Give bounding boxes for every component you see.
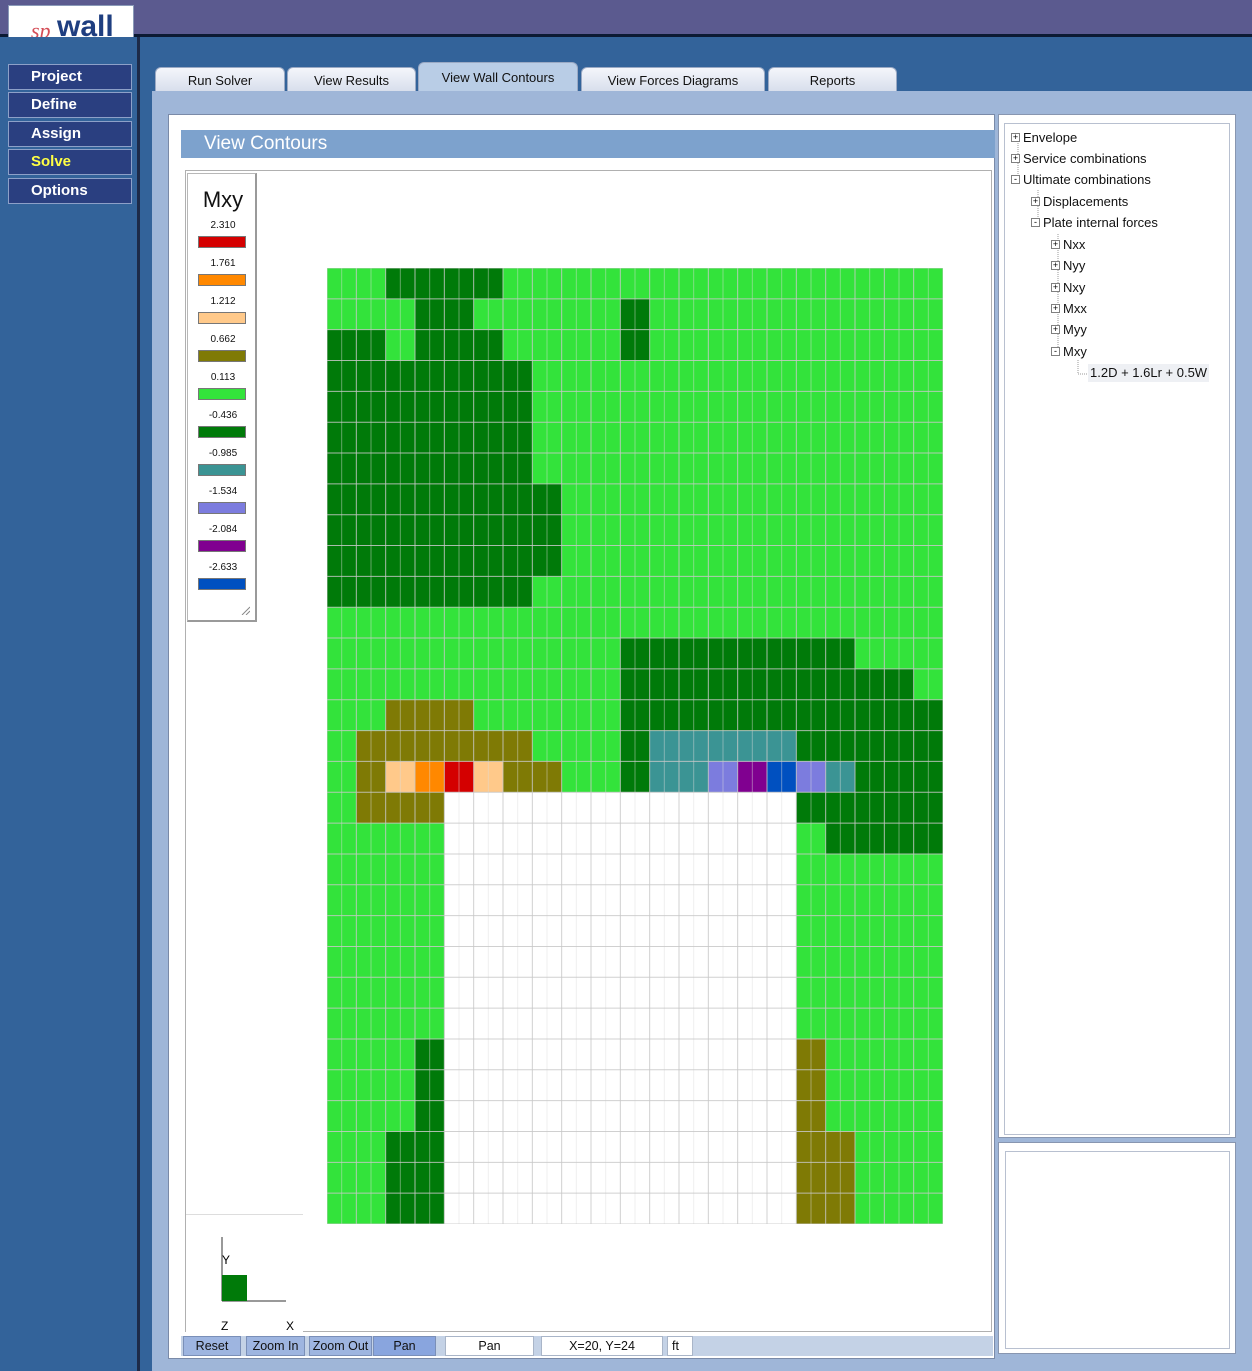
- legend-swatch: [198, 236, 246, 248]
- units-field: ft: [667, 1336, 693, 1356]
- expand-icon[interactable]: +: [1051, 304, 1060, 314]
- legend-value: 0.662: [210, 334, 236, 345]
- legend-swatch: [198, 312, 246, 324]
- results-tree[interactable]: + Envelope + Service combinations - Ultimat…: [1004, 123, 1230, 1135]
- tree-item-nyy[interactable]: + Nyy: [1051, 257, 1085, 275]
- legend-swatch: [198, 350, 246, 362]
- menu-define[interactable]: Define: [8, 92, 132, 118]
- mode-field: Pan: [445, 1336, 534, 1356]
- expand-icon[interactable]: +: [1031, 197, 1040, 207]
- tree-item-displacements[interactable]: + Displacements: [1031, 193, 1128, 211]
- tree-item-service-combinations[interactable]: + Service combinations: [1011, 150, 1147, 168]
- collapse-icon[interactable]: -: [1031, 218, 1040, 228]
- view-title: View Contours: [181, 130, 995, 158]
- tree-item-myy[interactable]: + Myy: [1051, 321, 1087, 339]
- legend-title: Mxy: [202, 187, 244, 212]
- tree-item-ultimate-combinations[interactable]: - Ultimate combinations: [1011, 171, 1151, 189]
- reset-button[interactable]: Reset: [183, 1336, 241, 1356]
- axis-triad: Y Z X: [186, 1214, 303, 1333]
- legend-value: -1.534: [208, 486, 238, 497]
- contour-legend: Mxy 2.310 1.761 1.212 0.662 0.113 -0.436 -0.98…: [187, 173, 257, 622]
- zoom-in-button[interactable]: Zoom In: [246, 1336, 305, 1356]
- menu-project[interactable]: Project: [8, 64, 132, 90]
- menu-assign[interactable]: Assign: [8, 121, 132, 147]
- pan-button[interactable]: Pan: [373, 1336, 436, 1356]
- expand-icon[interactable]: +: [1051, 240, 1060, 250]
- tree-label: Nyy: [1063, 258, 1086, 273]
- tree-label: Mxx: [1063, 301, 1087, 316]
- legend-value: -2.084: [208, 524, 238, 535]
- tree-item-plate-internal-forces[interactable]: - Plate internal forces: [1031, 214, 1158, 232]
- collapse-icon[interactable]: -: [1051, 347, 1060, 357]
- tree-label: Service combinations: [1023, 151, 1147, 166]
- legend-swatch: [198, 464, 246, 476]
- tree-item-load-combination[interactable]: 1.2D + 1.6Lr + 0.5W: [1088, 364, 1210, 382]
- tree-label: Plate internal forces: [1043, 215, 1158, 230]
- axis-z-label: Z: [221, 1319, 229, 1333]
- tab-reports[interactable]: Reports: [768, 67, 897, 91]
- legend-swatch: [198, 502, 246, 514]
- legend-value: -0.985: [208, 448, 238, 459]
- tree-label: Myy: [1063, 322, 1087, 337]
- legend-value: -0.436: [208, 410, 238, 421]
- menu-options[interactable]: Options: [8, 178, 132, 204]
- tree-item-nxx[interactable]: + Nxx: [1051, 236, 1085, 254]
- legend-swatch: [198, 388, 246, 400]
- axis-triad-icon: [221, 1237, 286, 1302]
- tab-run-solver[interactable]: Run Solver: [155, 67, 285, 91]
- expand-icon[interactable]: +: [1051, 261, 1060, 271]
- legend-value: 1.212: [210, 296, 236, 307]
- expand-icon[interactable]: +: [1051, 283, 1060, 293]
- contour-grid[interactable]: [327, 268, 943, 1224]
- legend-swatch: [198, 540, 246, 552]
- legend-value: 2.310: [210, 220, 236, 231]
- tree-label: Envelope: [1023, 130, 1078, 145]
- tree-label: Mxy: [1063, 344, 1087, 359]
- details-panel-content: [1005, 1151, 1230, 1349]
- legend-swatch: [198, 578, 246, 590]
- axis-y-label: Y: [222, 1253, 231, 1267]
- tree-label: Nxx: [1063, 237, 1086, 252]
- resize-grip-icon[interactable]: [240, 605, 250, 615]
- collapse-icon[interactable]: -: [1011, 175, 1020, 185]
- tree-item-mxy[interactable]: - Mxy: [1051, 343, 1087, 361]
- tree-item-envelope[interactable]: + Envelope: [1011, 129, 1077, 147]
- tab-view-results[interactable]: View Results: [287, 67, 416, 91]
- expand-icon[interactable]: +: [1011, 154, 1020, 164]
- tree-item-nxy[interactable]: + Nxy: [1051, 279, 1085, 297]
- tree-label: Nxy: [1063, 280, 1086, 295]
- menu-solve[interactable]: Solve: [8, 149, 132, 175]
- expand-icon[interactable]: +: [1011, 133, 1020, 143]
- tab-view-forces-diagrams[interactable]: View Forces Diagrams: [581, 67, 765, 91]
- tree-item-mxx[interactable]: + Mxx: [1051, 300, 1087, 318]
- legend-value: 1.761: [210, 258, 236, 269]
- tab-view-wall-contours[interactable]: View Wall Contours: [418, 62, 578, 92]
- legend-value: -2.633: [208, 562, 238, 573]
- tree-label: Displacements: [1043, 194, 1129, 209]
- legend-swatch: [198, 426, 246, 438]
- coordinates-field: X=20, Y=24: [541, 1336, 663, 1356]
- left-sidebar: [0, 37, 140, 1371]
- zoom-out-button[interactable]: Zoom Out: [309, 1336, 372, 1356]
- legend-value: 0.113: [210, 372, 236, 383]
- legend-swatch: [198, 274, 246, 286]
- title-bar: [0, 0, 1252, 37]
- axis-x-label: X: [286, 1319, 295, 1333]
- tree-label: Ultimate combinations: [1023, 172, 1151, 187]
- expand-icon[interactable]: +: [1051, 325, 1060, 335]
